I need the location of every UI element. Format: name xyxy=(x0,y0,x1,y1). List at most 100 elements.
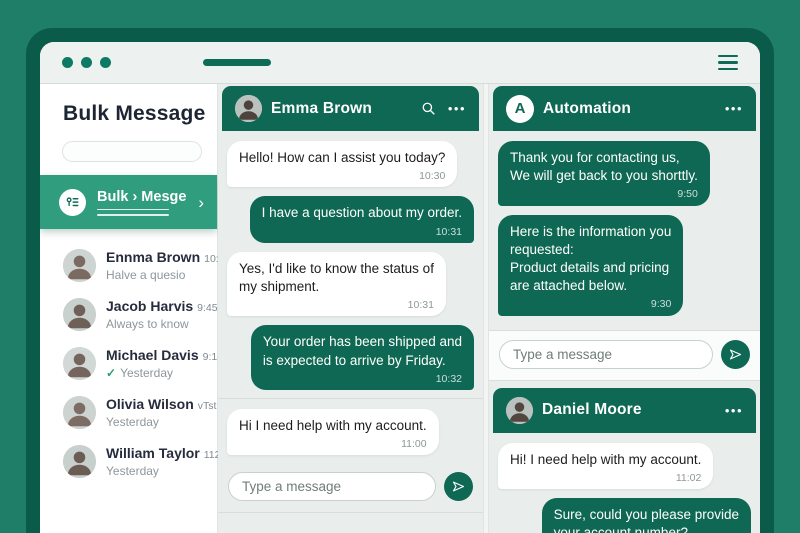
message-bubble-incoming: Yes, I'd like to know the status of my s… xyxy=(227,252,446,317)
message-time: 11:00 xyxy=(239,437,427,451)
message-input[interactable] xyxy=(228,472,436,501)
decorative-line xyxy=(97,214,169,216)
contact-name: Ennma Brown xyxy=(106,249,200,265)
contact-body: Michael Davis 9:15 ✓ Yesterday xyxy=(106,347,205,380)
contact-row-william-taylor[interactable]: William Taylor 1120 Yesterday xyxy=(40,437,217,486)
message-bubble-outgoing: Your order has been shipped and is expec… xyxy=(251,325,474,390)
contact-time: 9:45 xyxy=(193,302,217,314)
chat-header-automation: A Automation ••• xyxy=(493,86,756,131)
message-text: Here is the information you requested: P… xyxy=(510,224,671,294)
message-input[interactable] xyxy=(499,340,713,369)
message-time: 9:50 xyxy=(510,187,698,201)
message-list: Hello! How can I assist you today? 10:30… xyxy=(218,131,483,398)
avatar xyxy=(63,298,96,331)
message-bubble-outgoing: Sure, could you please provide your acco… xyxy=(542,498,751,533)
chat-title: Emma Brown xyxy=(271,100,372,118)
more-options-icon[interactable]: ••• xyxy=(725,102,743,115)
chat-panel-emma: Emma Brown ••• Hello! How can I assist y… xyxy=(218,84,483,533)
app-window: Bulk Message Bulk › Mesge xyxy=(26,28,774,533)
send-button[interactable] xyxy=(721,340,750,369)
message-bubble-incoming: Hi I need help with my account. 11:00 xyxy=(227,409,439,455)
search-input[interactable] xyxy=(62,141,202,162)
titlebar-accent-bar xyxy=(203,59,271,66)
empty-area xyxy=(218,513,483,533)
check-icon: ✓ xyxy=(106,366,116,380)
chat-panel-right: A Automation ••• Thank you for contactin… xyxy=(489,84,760,533)
contact-preview: Always to know xyxy=(106,317,205,331)
chat-header-daniel: Daniel Moore ••• xyxy=(493,388,756,433)
window-control-dot[interactable] xyxy=(81,57,92,68)
sidebar-item-label: Bulk › Mesge xyxy=(97,189,186,205)
contact-time: vTst xyxy=(194,400,217,412)
window-control-dot[interactable] xyxy=(62,57,73,68)
sidebar-item-body: Bulk › Mesge xyxy=(97,189,186,216)
window-control-dot[interactable] xyxy=(100,57,111,68)
message-text: I have a question about my order. xyxy=(262,205,462,220)
avatar xyxy=(506,397,533,424)
message-text: Yes, I'd like to know the status of my s… xyxy=(239,261,434,294)
menu-icon[interactable] xyxy=(718,55,738,71)
contact-name: Michael Davis xyxy=(106,347,199,363)
contact-list: Ennma Brown 10:32 Halve a quesio J xyxy=(40,241,217,486)
message-list: Hi I need help with my account. 11:00 xyxy=(218,399,483,463)
message-input-row xyxy=(218,463,483,512)
window-controls xyxy=(62,57,111,68)
message-text: Sure, could you please provide your acco… xyxy=(554,507,739,533)
avatar xyxy=(235,95,262,122)
filter-key-icon xyxy=(59,189,86,216)
contact-preview-text: Yesterday xyxy=(120,366,173,380)
avatar xyxy=(63,396,96,429)
message-text: Hello! How can I assist you today? xyxy=(239,150,445,165)
chevron-right-icon: › xyxy=(198,194,204,211)
contact-body: Jacob Harvis 9:45 Always to know xyxy=(106,298,205,331)
message-text: Hi I need help with my account. xyxy=(239,418,427,433)
message-time: 9:30 xyxy=(510,297,671,311)
chat-header-emma: Emma Brown ••• xyxy=(222,86,479,131)
avatar xyxy=(63,249,96,282)
contact-preview: ✓ Yesterday xyxy=(106,366,205,380)
decorative-line xyxy=(97,209,169,211)
more-options-icon[interactable]: ••• xyxy=(448,102,466,115)
contact-body: Olivia Wilson vTst Yesterday xyxy=(106,396,205,429)
avatar xyxy=(63,445,96,478)
automation-avatar: A xyxy=(506,95,534,123)
sidebar: Bulk Message Bulk › Mesge xyxy=(40,84,218,533)
message-time: 10:31 xyxy=(262,225,462,239)
main-content: Bulk Message Bulk › Mesge xyxy=(40,84,760,533)
message-text: Your order has been shipped and is expec… xyxy=(263,334,462,367)
message-bubble-bot: Thank you for contacting us, We will get… xyxy=(498,141,710,206)
message-time: 11:02 xyxy=(510,471,701,485)
contact-name: William Taylor xyxy=(106,445,200,461)
message-time: 10:30 xyxy=(239,169,445,183)
more-options-icon[interactable]: ••• xyxy=(725,404,743,417)
message-text: Thank you for contacting us, We will get… xyxy=(510,150,698,183)
message-bubble-incoming: Hi! I need help with my account. 11:02 xyxy=(498,443,713,489)
contact-row-ennma-brown[interactable]: Ennma Brown 10:32 Halve a quesio xyxy=(40,241,217,290)
message-bubble-incoming: Hello! How can I assist you today? 10:30 xyxy=(227,141,457,187)
chat-title: Daniel Moore xyxy=(542,401,642,419)
message-bubble-outgoing: I have a question about my order. 10:31 xyxy=(250,196,474,242)
page-title: Bulk Message xyxy=(63,102,217,126)
message-time: 10:32 xyxy=(263,372,462,386)
contact-name: Jacob Harvis xyxy=(106,298,193,314)
contact-body: William Taylor 1120 Yesterday xyxy=(106,445,205,478)
contact-row-michael-davis[interactable]: Michael Davis 9:15 ✓ Yesterday xyxy=(40,339,217,388)
app-surface: Bulk Message Bulk › Mesge xyxy=(40,42,760,533)
contact-row-olivia-wilson[interactable]: Olivia Wilson vTst Yesterday xyxy=(40,388,217,437)
sidebar-item-bulk-message[interactable]: Bulk › Mesge › xyxy=(40,175,217,229)
contact-preview: Yesterday xyxy=(106,415,205,429)
message-list: Hi! I need help with my account. 11:02 S… xyxy=(489,433,760,533)
message-text: Hi! I need help with my account. xyxy=(510,452,701,467)
window-titlebar xyxy=(40,42,760,84)
message-bubble-bot: Here is the information you requested: P… xyxy=(498,215,683,316)
send-button[interactable] xyxy=(444,472,473,501)
automation-input-strip xyxy=(489,330,760,381)
avatar xyxy=(63,347,96,380)
contact-row-jacob-harvis[interactable]: Jacob Harvis 9:45 Always to know xyxy=(40,290,217,339)
message-input-row xyxy=(489,331,760,380)
contact-preview: Halve a quesio xyxy=(106,268,205,282)
contact-name: Olivia Wilson xyxy=(106,396,194,412)
contact-preview: Yesterday xyxy=(106,464,205,478)
message-list: Thank you for contacting us, We will get… xyxy=(489,131,760,324)
search-icon[interactable] xyxy=(421,101,436,116)
